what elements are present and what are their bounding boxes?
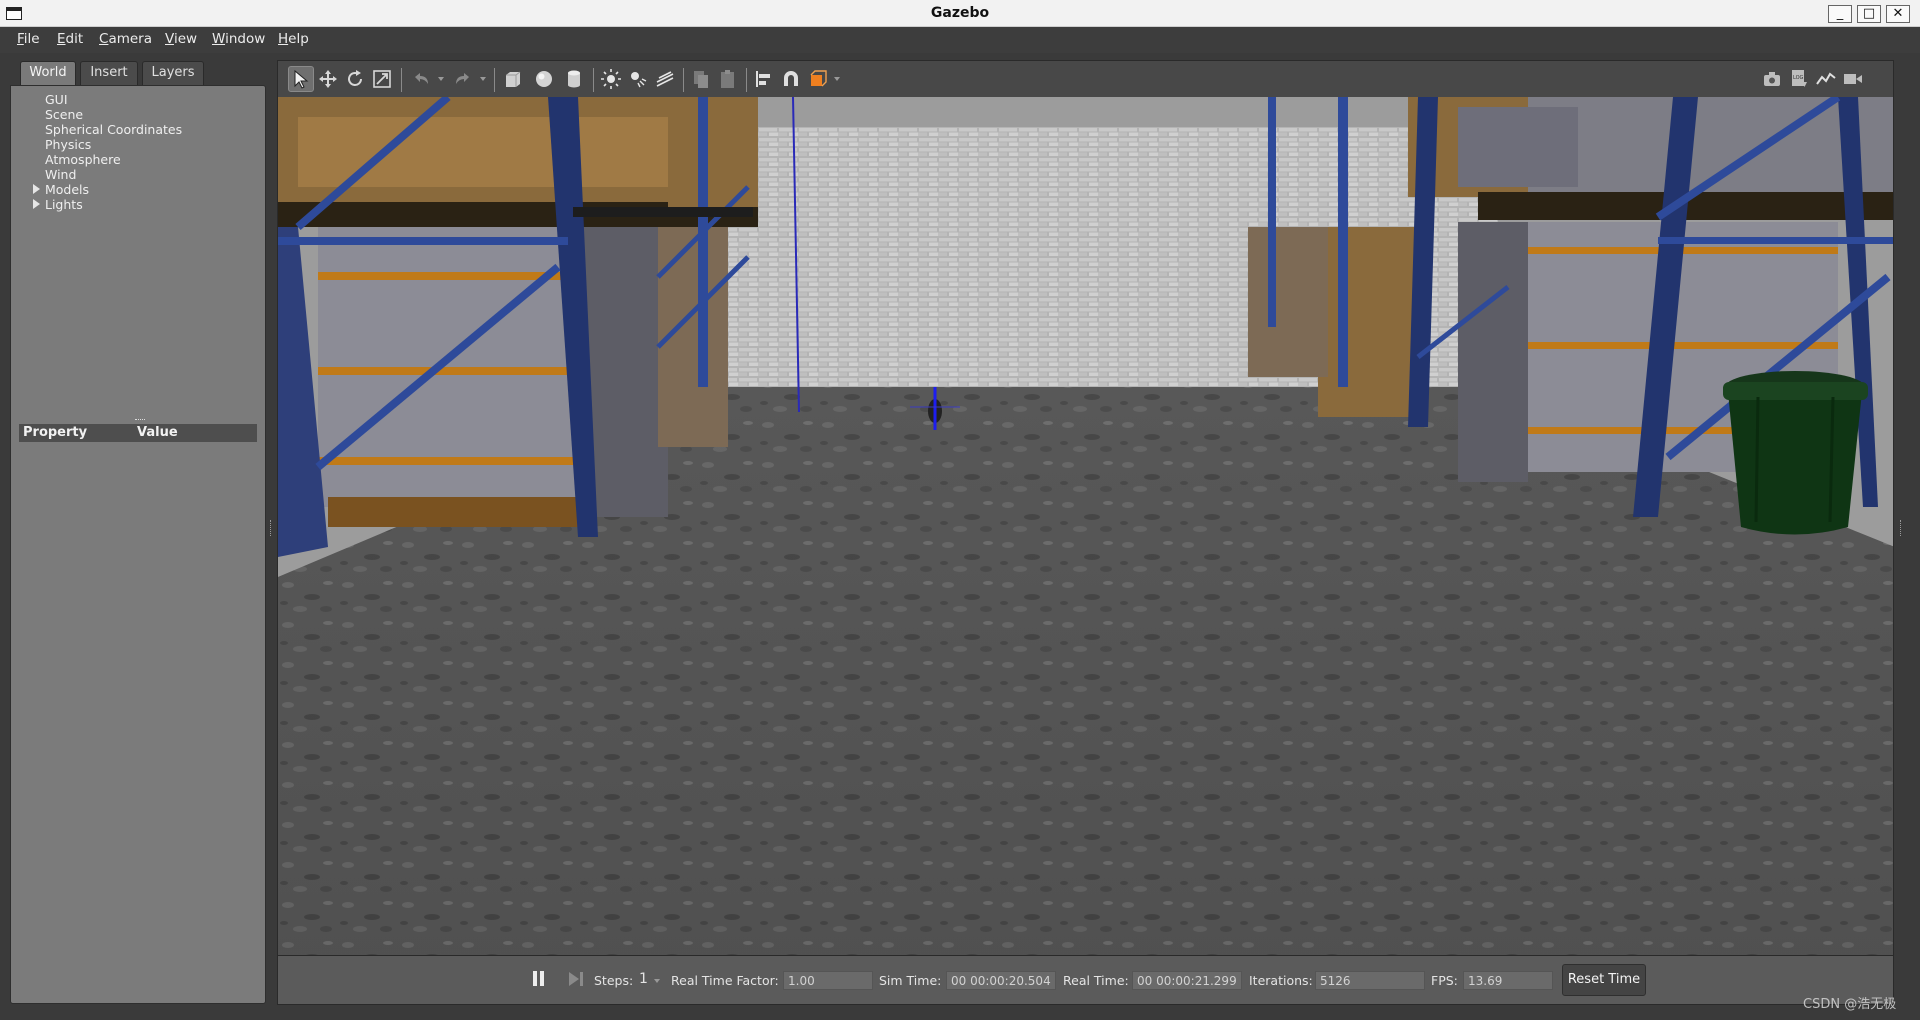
sphere-icon[interactable] bbox=[531, 66, 557, 92]
pause-icon[interactable] bbox=[531, 970, 547, 988]
property-column-header: Property bbox=[23, 425, 88, 440]
sim-time-label: Sim Time: bbox=[879, 973, 942, 988]
real-time-factor-label: Real Time Factor: bbox=[671, 973, 779, 988]
iterations-label: Iterations: bbox=[1249, 973, 1313, 988]
rotate-icon[interactable] bbox=[342, 66, 368, 92]
window-title: Gazebo bbox=[930, 5, 990, 21]
tree-item-physics[interactable]: Physics bbox=[45, 137, 91, 152]
fps-field: 13.69 bbox=[1463, 971, 1553, 990]
world-panel: GUI Scene Spherical Coordinates Physics … bbox=[10, 85, 266, 1004]
real-time-label: Real Time: bbox=[1063, 973, 1129, 988]
right-splitter-handle[interactable] bbox=[1900, 520, 1903, 536]
svg-text:LOG: LOG bbox=[1793, 75, 1804, 81]
expand-arrow-icon[interactable] bbox=[33, 184, 40, 194]
redo-icon[interactable] bbox=[450, 66, 476, 92]
step-icon[interactable] bbox=[568, 970, 584, 988]
spot-light-icon[interactable] bbox=[625, 66, 651, 92]
steps-label: Steps: bbox=[594, 973, 634, 988]
menu-help[interactable]: Help bbox=[278, 31, 309, 47]
tree-item-gui[interactable]: GUI bbox=[45, 92, 68, 107]
iterations-field: 5126 bbox=[1315, 971, 1425, 990]
panel-splitter-handle[interactable] bbox=[135, 419, 145, 421]
toolbar-separator bbox=[401, 68, 402, 92]
tree-item-wind[interactable]: Wind bbox=[45, 167, 76, 182]
sim-time-field: 00 00:00:20.504 bbox=[946, 971, 1056, 990]
paste-icon[interactable] bbox=[715, 66, 741, 92]
menu-window[interactable]: Window bbox=[212, 31, 265, 47]
warehouse-scene bbox=[278, 97, 1893, 955]
scale-icon[interactable] bbox=[369, 66, 395, 92]
fps-label: FPS: bbox=[1431, 973, 1458, 988]
green-trash-can bbox=[1723, 371, 1868, 535]
tree-item-scene[interactable]: Scene bbox=[45, 107, 83, 122]
watermark: CSDN @浩无极 bbox=[1803, 997, 1897, 1012]
magnet-snap-icon[interactable] bbox=[778, 66, 804, 92]
redo-history-dropdown-icon[interactable] bbox=[480, 77, 486, 81]
reset-time-button[interactable]: Reset Time bbox=[1562, 964, 1646, 996]
toolbar-separator bbox=[746, 68, 747, 92]
tab-world[interactable]: World bbox=[20, 61, 76, 85]
left-panel: World Insert Layers GUI Scene Spherical … bbox=[10, 58, 266, 1004]
cylinder-icon[interactable] bbox=[561, 66, 587, 92]
box-icon[interactable] bbox=[500, 66, 526, 92]
record-video-icon[interactable] bbox=[1840, 66, 1866, 92]
minimize-button[interactable]: _ bbox=[1828, 5, 1852, 23]
menu-bar: File Edit Camera View Window Help bbox=[0, 27, 1920, 53]
menu-edit[interactable]: Edit bbox=[57, 31, 83, 47]
maximize-button[interactable]: □ bbox=[1857, 5, 1881, 23]
toolbar: LOG bbox=[277, 60, 1894, 97]
menu-camera[interactable]: Camera bbox=[99, 31, 152, 47]
view-angle-icon[interactable] bbox=[806, 66, 832, 92]
view-angle-dropdown-icon[interactable] bbox=[834, 77, 840, 81]
tab-layers[interactable]: Layers bbox=[142, 61, 204, 85]
toolbar-separator bbox=[683, 68, 684, 92]
log-icon[interactable]: LOG bbox=[1786, 66, 1812, 92]
left-splitter-handle[interactable] bbox=[270, 520, 273, 536]
toolbar-separator bbox=[593, 68, 594, 92]
real-time-factor-field: 1.00 bbox=[783, 971, 873, 990]
steps-value[interactable]: 1 bbox=[639, 971, 648, 987]
simulation-status-bar: Steps: 1 Real Time Factor: 1.00 Sim Time… bbox=[277, 955, 1894, 1005]
undo-history-dropdown-icon[interactable] bbox=[438, 77, 444, 81]
tree-item-atmosphere[interactable]: Atmosphere bbox=[45, 152, 121, 167]
tree-item-models[interactable]: Models bbox=[45, 182, 89, 197]
real-time-field: 00 00:00:21.299 bbox=[1132, 971, 1242, 990]
property-table-header: Property Value bbox=[19, 424, 257, 442]
steps-dropdown-icon[interactable] bbox=[654, 979, 660, 983]
toolbar-separator bbox=[494, 68, 495, 92]
3d-viewport[interactable] bbox=[277, 97, 1894, 955]
undo-icon[interactable] bbox=[408, 66, 434, 92]
tree-item-spherical-coordinates[interactable]: Spherical Coordinates bbox=[45, 122, 182, 137]
close-button[interactable]: ✕ bbox=[1886, 5, 1910, 23]
point-light-icon[interactable] bbox=[598, 66, 624, 92]
translate-icon[interactable] bbox=[315, 66, 341, 92]
directional-light-icon[interactable] bbox=[652, 66, 678, 92]
value-column-header: Value bbox=[137, 425, 178, 440]
tab-insert[interactable]: Insert bbox=[80, 61, 138, 85]
plot-icon[interactable] bbox=[1813, 66, 1839, 92]
menu-view[interactable]: View bbox=[165, 31, 197, 47]
expand-arrow-icon[interactable] bbox=[33, 199, 40, 209]
select-arrow-icon[interactable] bbox=[288, 66, 314, 92]
screenshot-icon[interactable] bbox=[1759, 66, 1785, 92]
tree-item-lights[interactable]: Lights bbox=[45, 197, 83, 212]
copy-icon[interactable] bbox=[688, 66, 714, 92]
window-title-bar: Gazebo _ □ ✕ bbox=[0, 0, 1920, 27]
align-icon[interactable] bbox=[751, 66, 777, 92]
menu-file[interactable]: File bbox=[17, 31, 40, 47]
